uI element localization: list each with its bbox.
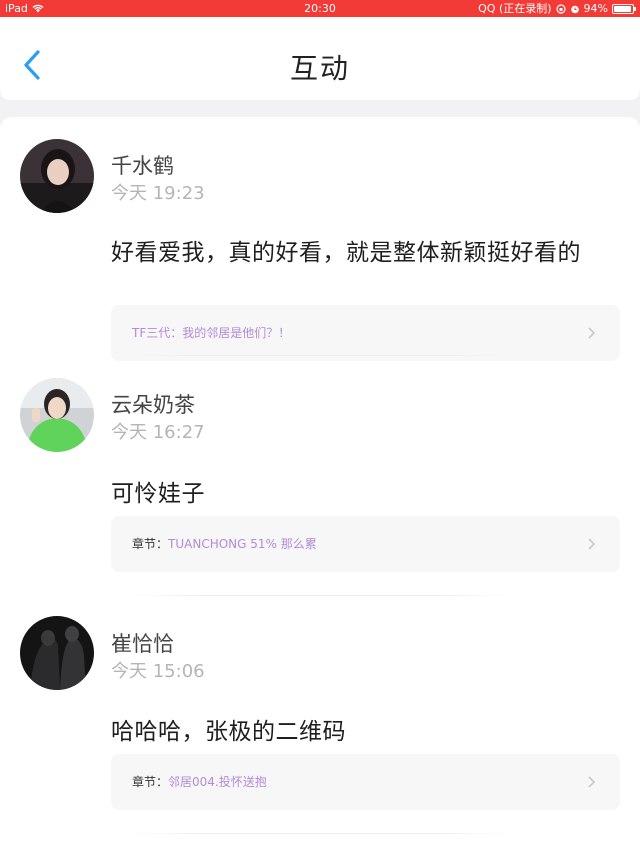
comment-text: 可怜娃子 — [111, 481, 205, 507]
user-name: 云朵奶茶 — [111, 393, 195, 417]
reference-title: TF三代：我的邻居是他们？！ — [132, 326, 291, 340]
reference-prefix: 章节： — [132, 775, 169, 789]
reference-card[interactable]: 章节：TUANCHONG 51% 那么累 — [111, 516, 620, 572]
divider — [130, 355, 510, 356]
battery-icon — [612, 3, 636, 14]
user-name: 千水鹤 — [111, 154, 174, 178]
lock-rotation-icon — [555, 3, 566, 14]
reference-title: 邻居004.投怀送抱 — [168, 775, 267, 789]
chevron-right-icon — [588, 538, 596, 550]
reference-card[interactable]: 章节：邻居004.投怀送抱 — [111, 754, 620, 810]
avatar[interactable] — [20, 378, 94, 452]
avatar[interactable] — [20, 139, 94, 213]
reference-prefix: 章节： — [132, 537, 169, 551]
recording-status: QQ (正在录制) — [478, 2, 552, 15]
user-name: 崔恰恰 — [111, 632, 174, 656]
comment-text: 哈哈哈，张极的二维码 — [111, 719, 346, 745]
page-title: 互动 — [289, 52, 350, 85]
comment-list: 千水鹤 今天 19:23 好看爱我，真的好看，就是整体新颖挺好看的 TF三代：我… — [0, 117, 640, 853]
alarm-icon — [570, 5, 579, 13]
battery-percent: 94% — [583, 2, 608, 15]
comment-time: 今天 15:06 — [111, 661, 205, 682]
divider — [130, 833, 510, 834]
nav-bar: 互动 — [0, 17, 640, 100]
comment-time: 今天 16:27 — [111, 422, 205, 443]
reference-title: TUANCHONG 51% 那么累 — [168, 537, 317, 551]
avatar[interactable] — [20, 616, 94, 690]
comment-text: 好看爱我，真的好看，就是整体新颖挺好看的 — [111, 240, 581, 266]
comment-time: 今天 19:23 — [111, 183, 205, 204]
divider — [130, 595, 510, 596]
reference-card[interactable]: TF三代：我的邻居是他们？！ — [111, 305, 620, 361]
chevron-right-icon — [588, 776, 596, 788]
chevron-right-icon — [588, 327, 596, 339]
status-bar: iPad 20:30 QQ (正在录制) 94% — [0, 0, 640, 17]
